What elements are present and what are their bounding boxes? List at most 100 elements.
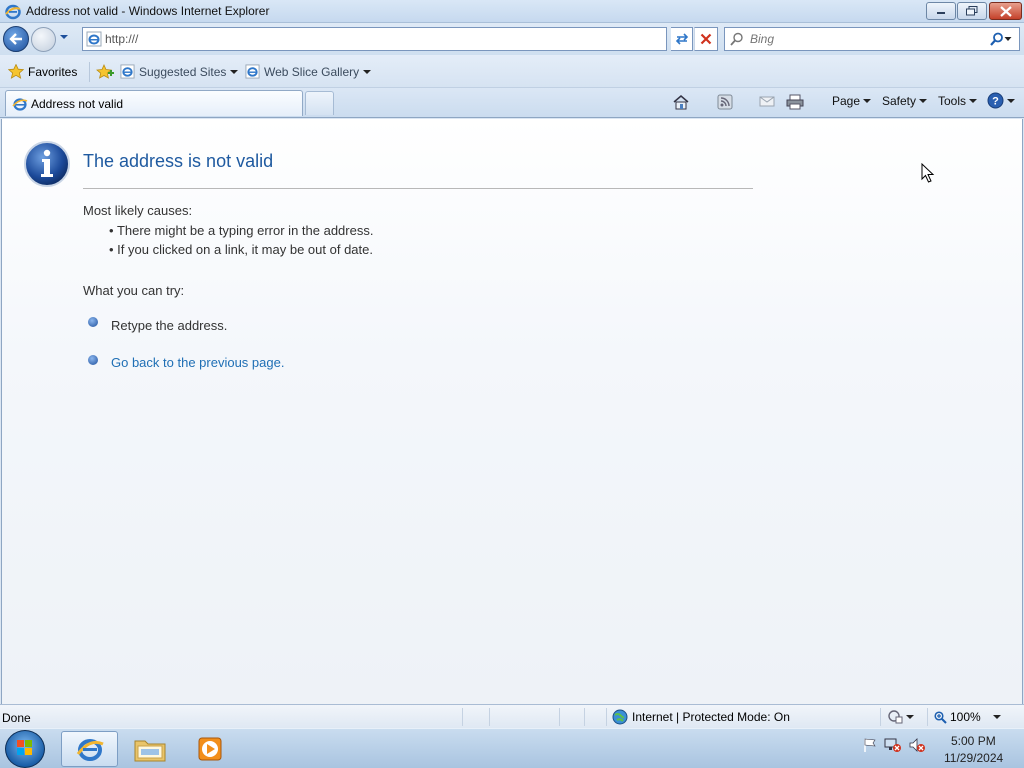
minimize-button[interactable] (926, 2, 956, 20)
printer-icon (786, 94, 804, 110)
taskbar: 5:00 PM 11/29/2024 (0, 728, 1024, 768)
chevron-down-icon (363, 69, 372, 74)
favorites-star-icon (8, 64, 24, 79)
back-button[interactable] (3, 26, 29, 52)
zoom-control[interactable]: 100% (934, 710, 981, 724)
search-box[interactable] (724, 27, 1020, 51)
security-zone[interactable]: Internet | Protected Mode: On (612, 709, 790, 725)
protected-mode-icon (888, 710, 903, 724)
search-options-dropdown-icon (1004, 37, 1012, 41)
page-content: The address is not valid Most likely cau… (1, 119, 1023, 704)
go-back-link[interactable]: Go back to the previous page. (111, 355, 284, 370)
zoom-dropdown-icon[interactable] (993, 715, 1001, 719)
navigation-bar (0, 23, 1024, 55)
page-menu[interactable]: Page (832, 94, 872, 108)
tools-menu[interactable]: Tools (938, 94, 978, 108)
bullet-icon (88, 317, 98, 327)
ie-page-icon (12, 98, 28, 111)
stop-icon (700, 33, 712, 45)
safety-menu-label: Safety (882, 94, 917, 108)
safety-menu[interactable]: Safety (882, 94, 928, 108)
favorites-bar: Favorites Suggested Sites Web Slice Gall… (0, 55, 1024, 88)
media-player-icon (198, 737, 221, 761)
separator (559, 708, 560, 726)
address-input[interactable] (105, 31, 645, 47)
mouse-cursor-icon (921, 163, 935, 183)
window-title: Address not valid - Windows Internet Exp… (26, 4, 270, 18)
info-icon (24, 141, 70, 187)
recent-pages-dropdown-icon[interactable] (59, 33, 69, 41)
causes-heading: Most likely causes: (83, 203, 193, 218)
feeds-button[interactable] (717, 94, 733, 110)
action-center-flag-icon[interactable] (862, 737, 878, 753)
tab-bar: Address not valid Page Safety Tools ? (0, 88, 1024, 190)
start-button[interactable] (5, 730, 45, 768)
back-arrow-icon (9, 33, 22, 45)
chevron-down-icon (230, 69, 239, 74)
mail-icon (759, 96, 775, 107)
separator (489, 708, 490, 726)
protected-mode-button[interactable] (887, 709, 914, 724)
help-menu[interactable]: ? (987, 92, 1015, 109)
clock-time[interactable]: 5:00 PM (951, 734, 996, 748)
rss-feed-icon (717, 94, 733, 110)
chevron-down-icon (1007, 98, 1015, 103)
add-to-favorites-bar-icon[interactable] (95, 64, 115, 80)
home-button[interactable] (672, 94, 690, 110)
windows-logo-icon (17, 740, 32, 755)
restore-button[interactable] (957, 2, 987, 20)
tools-menu-label: Tools (938, 94, 967, 108)
cause-item: • There might be a typing error in the a… (109, 223, 374, 238)
separator (927, 708, 928, 726)
close-icon (999, 5, 1012, 17)
zoom-icon (934, 710, 947, 724)
try-heading: What you can try: (83, 283, 185, 298)
folder-icon (134, 740, 165, 762)
separator (880, 708, 881, 726)
new-tab-button[interactable] (305, 91, 334, 115)
search-icon (990, 32, 1003, 46)
tab-address-not-valid[interactable]: Address not valid (5, 90, 303, 116)
divider (83, 188, 753, 189)
suggested-sites-button[interactable]: Suggested Sites (120, 64, 239, 79)
minimize-icon (937, 12, 945, 14)
separator (584, 708, 585, 726)
chevron-down-icon (969, 99, 978, 103)
system-tray (862, 737, 926, 753)
separator (89, 62, 90, 82)
status-bar: Done Internet | Protected Mode: On 100% (0, 704, 1024, 728)
zone-text: Internet | Protected Mode: On (632, 710, 790, 724)
favorites-button[interactable]: Favorites (8, 64, 77, 79)
stop-button[interactable] (694, 27, 718, 51)
taskbar-media-player[interactable] (181, 731, 238, 767)
forward-button[interactable] (31, 27, 56, 52)
suggested-sites-label: Suggested Sites (139, 64, 227, 79)
address-bar[interactable] (82, 27, 746, 51)
web-slice-gallery-button[interactable]: Web Slice Gallery (245, 64, 372, 79)
taskbar-internet-explorer[interactable] (61, 731, 118, 767)
close-button[interactable] (989, 2, 1022, 20)
ie-logo-icon (5, 4, 21, 20)
refresh-icon (675, 33, 688, 45)
retype-address-text: Retype the address. (111, 318, 228, 333)
refresh-button[interactable] (671, 27, 693, 51)
ie-page-icon (245, 64, 260, 79)
network-error-icon[interactable] (884, 737, 902, 753)
search-icon (730, 32, 743, 46)
internet-explorer-icon (76, 739, 104, 761)
volume-muted-icon[interactable] (908, 737, 926, 753)
separator (462, 708, 463, 726)
help-icon: ? (987, 92, 1004, 109)
chevron-down-icon (919, 99, 928, 103)
svg-text:?: ? (992, 96, 999, 108)
clock-date[interactable]: 11/29/2024 (944, 751, 1003, 765)
ie-page-icon (86, 31, 102, 47)
web-slice-gallery-label: Web Slice Gallery (264, 64, 360, 79)
taskbar-windows-explorer[interactable] (121, 731, 178, 767)
search-go-button[interactable] (989, 31, 1013, 47)
read-mail-button[interactable] (759, 94, 775, 108)
print-button[interactable] (786, 94, 804, 110)
zoom-level: 100% (950, 710, 981, 724)
globe-icon (612, 709, 628, 725)
search-input[interactable] (750, 32, 980, 46)
